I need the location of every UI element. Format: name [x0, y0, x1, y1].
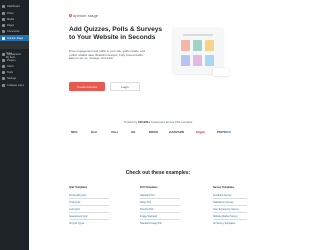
customer-logos: NBC Dell Uber GE BBDO HARVARD Virgin PEP… — [69, 128, 247, 136]
sidebar-item-users[interactable]: Users — [0, 64, 29, 69]
example-link[interactable]: Thumbs Poll — [140, 208, 153, 211]
example-link[interactable]: Standard Image Poll — [140, 222, 162, 225]
collapse-icon — [2, 84, 5, 87]
sidebar-item-posts[interactable]: Posts — [0, 11, 29, 16]
survey-templates-title: Survey Templates — [213, 186, 235, 189]
example-link[interactable]: Standard Poll — [140, 194, 154, 197]
illustration-tile — [205, 55, 214, 66]
sidebar-item-pages[interactable]: Pages — [0, 23, 29, 28]
pin-icon — [2, 12, 5, 15]
sidebar-item-comments[interactable]: Comments — [0, 29, 29, 34]
sidebar-item-plugins[interactable]: Plugins — [0, 58, 29, 63]
opinion-stage-logo: opinion stage — [69, 13, 98, 18]
illustration-tile — [193, 55, 202, 66]
collapse-menu-button[interactable]: Collapse menu — [0, 83, 29, 88]
ge-logo: GE — [131, 130, 136, 134]
sidebar-item-dashboard[interactable]: Dashboard — [0, 4, 29, 9]
illustration-tile — [181, 55, 190, 66]
page-icon — [2, 24, 5, 27]
example-link[interactable]: Personality Quiz — [69, 194, 86, 197]
hero-illustration — [173, 26, 235, 88]
quiz-templates-title: Quiz Templates — [69, 186, 88, 189]
sidebar-item-appearance[interactable]: Appearance — [0, 52, 29, 57]
trusted-suffix: Customers across 150 countries — [150, 120, 193, 124]
trusted-count: 100,000+ — [137, 120, 151, 124]
illustration-tile — [205, 40, 214, 51]
dell-logo: Dell — [91, 130, 97, 134]
example-link[interactable]: Trivia Quiz — [69, 201, 80, 204]
nbc-logo: NBC — [71, 130, 78, 134]
illustration-tile — [193, 40, 202, 51]
wrench-icon — [2, 71, 5, 74]
uber-logo: Uber — [111, 130, 119, 134]
example-link[interactable]: All Quiz Types — [69, 222, 84, 225]
examples-title: Check out these examples: — [125, 170, 191, 176]
example-link[interactable]: Feedback Survey — [213, 194, 232, 197]
main-content: opinion stage Add Quizzes, Polls & Surve… — [29, 0, 250, 250]
virgin-logo: Virgin — [196, 130, 205, 134]
settings-icon — [2, 77, 5, 80]
create-account-button[interactable]: Create Account — [69, 82, 105, 91]
example-link[interactable]: Slider Poll — [140, 201, 151, 204]
trusted-by-text: Trusted by 100,000+ Customers across 150… — [69, 120, 247, 124]
sidebar-item-settings[interactable]: Settings — [0, 76, 29, 81]
example-link[interactable]: Website Market Survey — [213, 215, 238, 218]
opinion-stage-icon — [2, 36, 5, 40]
illustration-header-bar — [183, 34, 213, 36]
logo-text: opinion stage — [73, 13, 99, 18]
example-link[interactable]: All Survey Templates — [213, 222, 235, 225]
trusted-prefix: Trusted by — [123, 120, 138, 124]
sidebar-item-media[interactable]: Media — [0, 17, 29, 22]
brush-icon — [2, 53, 5, 56]
example-link[interactable]: Lead Quiz — [69, 208, 80, 211]
illustration-badge — [213, 68, 229, 76]
illustration-tile — [181, 40, 190, 51]
sidebar-item-tools[interactable]: Tools — [0, 70, 29, 75]
hero-title: Add Quizzes, Polls & Surveys to Your Web… — [69, 26, 163, 41]
example-link[interactable]: Image Standard — [140, 215, 157, 218]
hero-description: Drive engagement and traffic to your sit… — [69, 49, 145, 61]
admin-sidebar: Dashboard Posts Media Pages Comments Opi… — [0, 0, 29, 250]
submenu-item-my-items[interactable]: My Items — [0, 45, 29, 59]
media-icon — [2, 18, 5, 21]
pepsico-logo: PEPSICO — [217, 130, 231, 134]
comment-icon — [2, 30, 5, 33]
poll-templates-title: Poll Templates — [140, 186, 158, 189]
example-link[interactable]: User Experience Survey — [213, 208, 239, 211]
logo-icon — [69, 14, 72, 18]
user-icon — [2, 65, 5, 68]
plugin-icon — [2, 59, 5, 62]
harvard-logo: HARVARD — [169, 130, 185, 134]
bbdo-logo: BBDO — [149, 130, 159, 134]
login-button[interactable]: Login — [110, 82, 140, 91]
example-link[interactable]: Assessment Quiz — [69, 215, 88, 218]
example-link[interactable]: Satisfaction Survey — [213, 201, 233, 204]
dashboard-icon — [2, 5, 5, 8]
